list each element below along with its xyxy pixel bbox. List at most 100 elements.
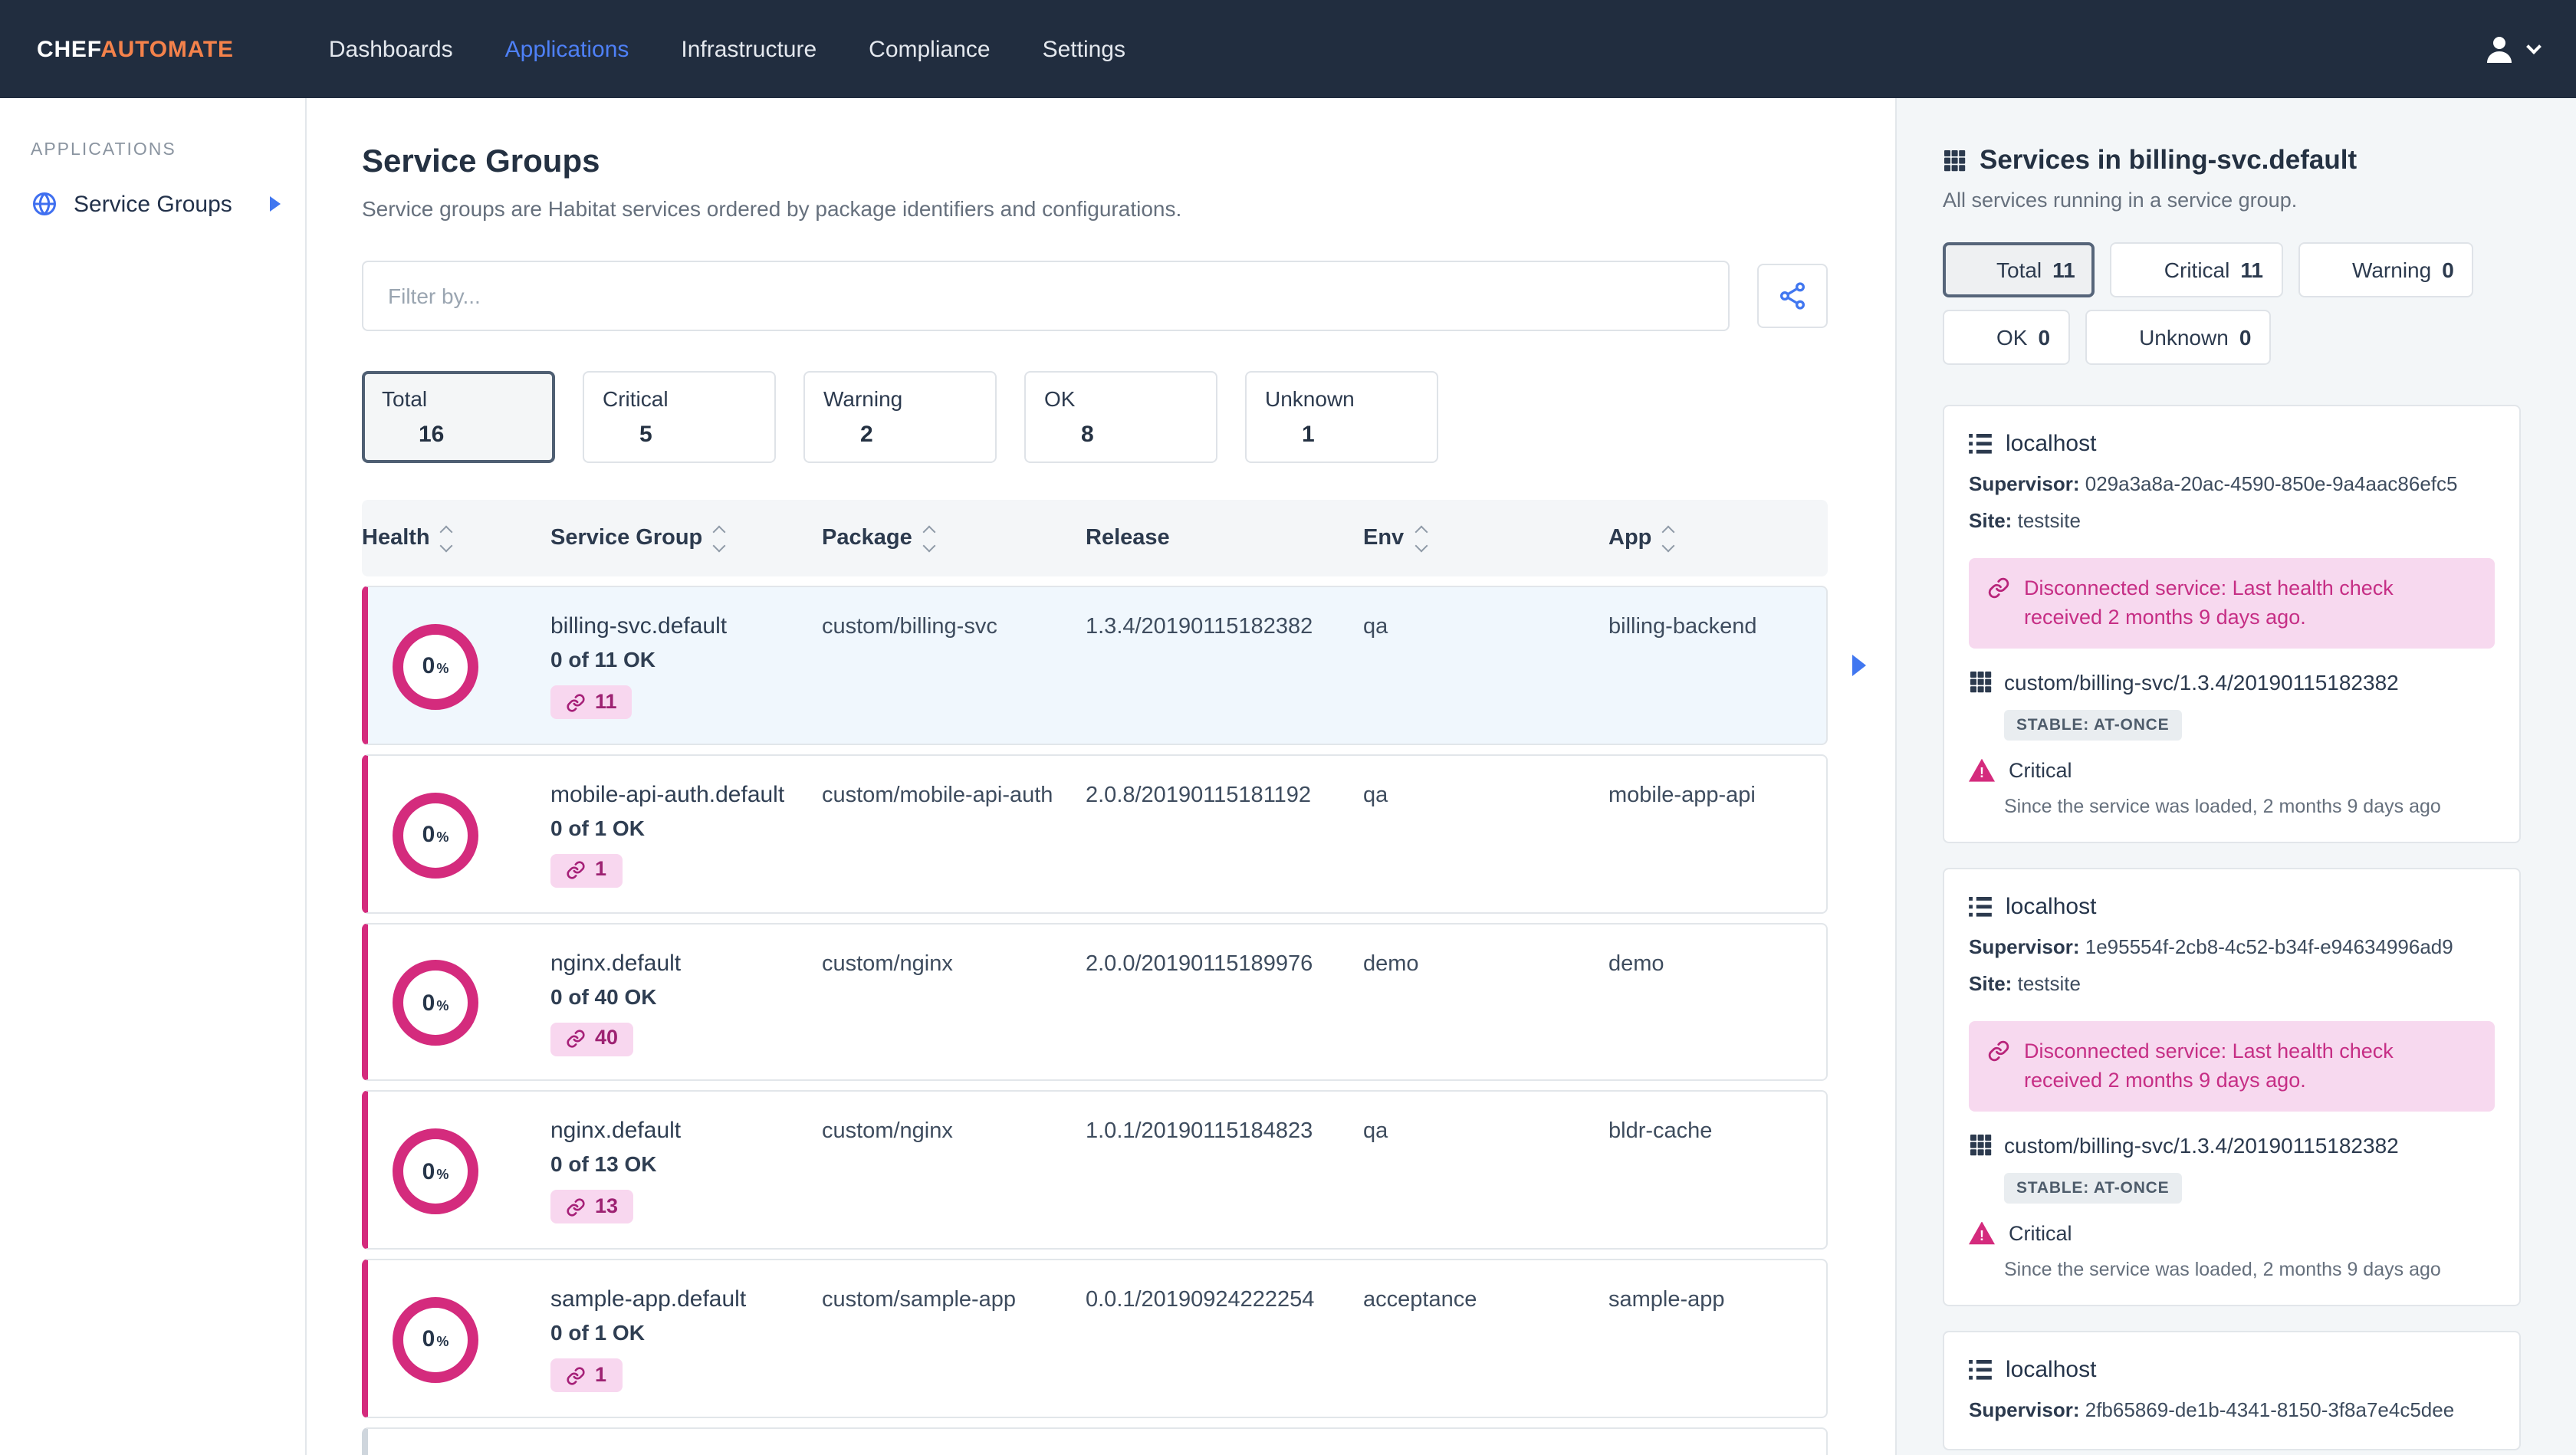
status-filter-card[interactable]: OK 8 <box>1024 371 1217 463</box>
services-icon <box>1969 1133 1992 1156</box>
disconnected-count-badge: 13 <box>550 1190 634 1224</box>
release-cell: 1.3.4/20190115182382 <box>1086 615 1313 639</box>
critical-icon <box>1969 1221 1995 1245</box>
service-group-name: mobile-api-auth.default <box>550 781 785 808</box>
partial-row <box>362 1427 1828 1455</box>
status-card-value: 5 <box>639 422 652 448</box>
sidebar-section-label: APPLICATIONS <box>31 141 176 159</box>
service-status-chip[interactable]: OK 0 <box>1943 310 2071 365</box>
sort-icon <box>1414 524 1428 552</box>
column-label: App <box>1608 526 1652 550</box>
ok-count-text: 0 of 1 OK <box>550 1320 645 1345</box>
page-subtitle: Service groups are Habitat services orde… <box>362 196 1182 221</box>
nav-item[interactable]: Infrastructure <box>681 36 816 62</box>
service-group-row[interactable]: 0% nginx.default 0 of 40 OK 40 custom/ng… <box>362 922 1828 1082</box>
app-cell: billing-backend <box>1608 615 1757 639</box>
status-filter-card[interactable]: Warning 2 <box>803 371 997 463</box>
status-card-label: Unknown <box>1265 386 1355 411</box>
broken-link-icon <box>1988 1040 2009 1061</box>
service-card: localhost Supervisor: 1e95554f-2cb8-4c52… <box>1943 867 2521 1306</box>
service-status-line: Critical <box>1969 1221 2495 1245</box>
share-button[interactable] <box>1757 264 1828 328</box>
main-content: Service Groups Service groups are Habita… <box>307 98 1895 1455</box>
service-status: Critical <box>2009 758 2072 782</box>
column-label: Release <box>1086 526 1170 550</box>
filter-input[interactable] <box>362 261 1730 331</box>
logo-chef: CHEF <box>37 36 101 62</box>
column-label: Package <box>822 526 912 550</box>
env-cell: qa <box>1363 783 1388 808</box>
nav-item[interactable]: Settings <box>1043 36 1125 62</box>
service-status-chip[interactable]: Unknown 0 <box>2085 310 2272 365</box>
service-status-chip[interactable]: Critical 11 <box>2110 242 2283 297</box>
selected-row-caret-icon <box>1852 654 1866 676</box>
nav-item[interactable]: Dashboards <box>329 36 453 62</box>
column-label: Health <box>362 526 430 550</box>
supervisor-line: Supervisor: 1e95554f-2cb8-4c52-b34f-e946… <box>1969 934 2453 958</box>
sort-icon <box>712 524 726 552</box>
chip-label: Warning <box>2351 258 2432 282</box>
broken-link-icon <box>567 1030 585 1048</box>
page-title: Service Groups <box>362 144 600 179</box>
broken-link-icon <box>1988 577 2009 598</box>
disconnected-count: 1 <box>595 857 607 881</box>
site-line: Site: testsite <box>1969 971 2081 995</box>
package-cell: custom/billing-svc <box>822 615 997 639</box>
percent-sign: % <box>436 1334 449 1350</box>
service-group-name: nginx.default <box>550 950 682 977</box>
expand-caret-icon <box>270 196 281 212</box>
user-menu[interactable] <box>2481 31 2542 67</box>
row-status-icon <box>492 793 515 816</box>
main-nav: Dashboards Applications Infrastructure C… <box>329 36 1125 62</box>
app-cell: sample-app <box>1608 1288 1725 1313</box>
health-ring: 0% <box>393 960 478 1046</box>
sidebar-item-service-groups[interactable]: Service Groups <box>0 190 305 218</box>
ok-count-text: 0 of 40 OK <box>550 984 657 1009</box>
disconnected-count-badge: 11 <box>550 685 632 719</box>
health-ring: 0% <box>393 623 478 710</box>
status-card-value: 1 <box>1302 422 1315 448</box>
broken-link-icon <box>567 1366 585 1384</box>
supervisor-id: 1e95554f-2cb8-4c52-b34f-e94634996ad9 <box>2085 934 2453 958</box>
percent-sign: % <box>436 661 449 677</box>
row-status-icon <box>492 1131 515 1154</box>
status-filter-card[interactable]: Total 16 <box>362 371 555 463</box>
navbar-right <box>2481 31 2542 67</box>
globe-icon <box>33 192 56 215</box>
service-group-row[interactable]: 0% mobile-api-auth.default 0 of 1 OK 1 c… <box>362 754 1828 914</box>
column-header[interactable]: Package <box>822 524 1086 552</box>
package-cell: custom/nginx <box>822 1119 953 1145</box>
services-panel: Services in billing-svc.default All serv… <box>1895 98 2576 1455</box>
release-cell: 2.0.0/20190115189976 <box>1086 951 1313 977</box>
health-percent: 0 <box>422 653 435 680</box>
broken-link-icon <box>567 862 585 880</box>
column-header[interactable]: App <box>1608 524 1828 552</box>
chevron-down-icon <box>2526 39 2542 54</box>
status-icon <box>1963 326 1986 349</box>
service-group-row[interactable]: 0% billing-svc.default 0 of 11 OK 11 cus… <box>362 586 1866 745</box>
status-filter-card[interactable]: Unknown 1 <box>1245 371 1438 463</box>
column-header[interactable]: Service Group <box>550 524 822 552</box>
service-status-chip[interactable]: Total 11 <box>1943 242 2095 297</box>
nav-item[interactable]: Applications <box>505 36 629 62</box>
supervisor-line: Supervisor: 2fb65869-de1b-4341-8150-3f8a… <box>1969 1398 2455 1421</box>
status-icon <box>823 423 846 446</box>
panel-subtitle: All services running in a service group. <box>1943 189 2298 212</box>
column-header[interactable]: Health <box>362 524 550 552</box>
chef-automate-logo[interactable]: CHEFAUTOMATE <box>37 36 234 62</box>
service-status-chip[interactable]: Warning 0 <box>2298 242 2474 297</box>
column-header[interactable]: Release <box>1086 526 1363 550</box>
nav-item[interactable]: Compliance <box>869 36 990 62</box>
ok-count-text: 0 of 11 OK <box>550 647 656 672</box>
service-group-row[interactable]: 0% nginx.default 0 of 13 OK 13 custom/ng… <box>362 1090 1828 1250</box>
chip-value: 11 <box>2052 258 2075 282</box>
status-card-label: Total <box>382 386 428 411</box>
app-cell: mobile-app-api <box>1608 783 1756 808</box>
broken-link-icon <box>567 1198 585 1217</box>
service-group-row[interactable]: 0% sample-app.default 0 of 1 OK 1 custom… <box>362 1259 1828 1418</box>
chef-automate-app: CHEFAUTOMATE Dashboards Applications Inf… <box>0 0 2576 1455</box>
status-filter-card[interactable]: Critical 5 <box>583 371 776 463</box>
share-icon <box>1780 282 1805 310</box>
chip-label: OK <box>1996 325 2028 350</box>
column-header[interactable]: Env <box>1363 524 1608 552</box>
